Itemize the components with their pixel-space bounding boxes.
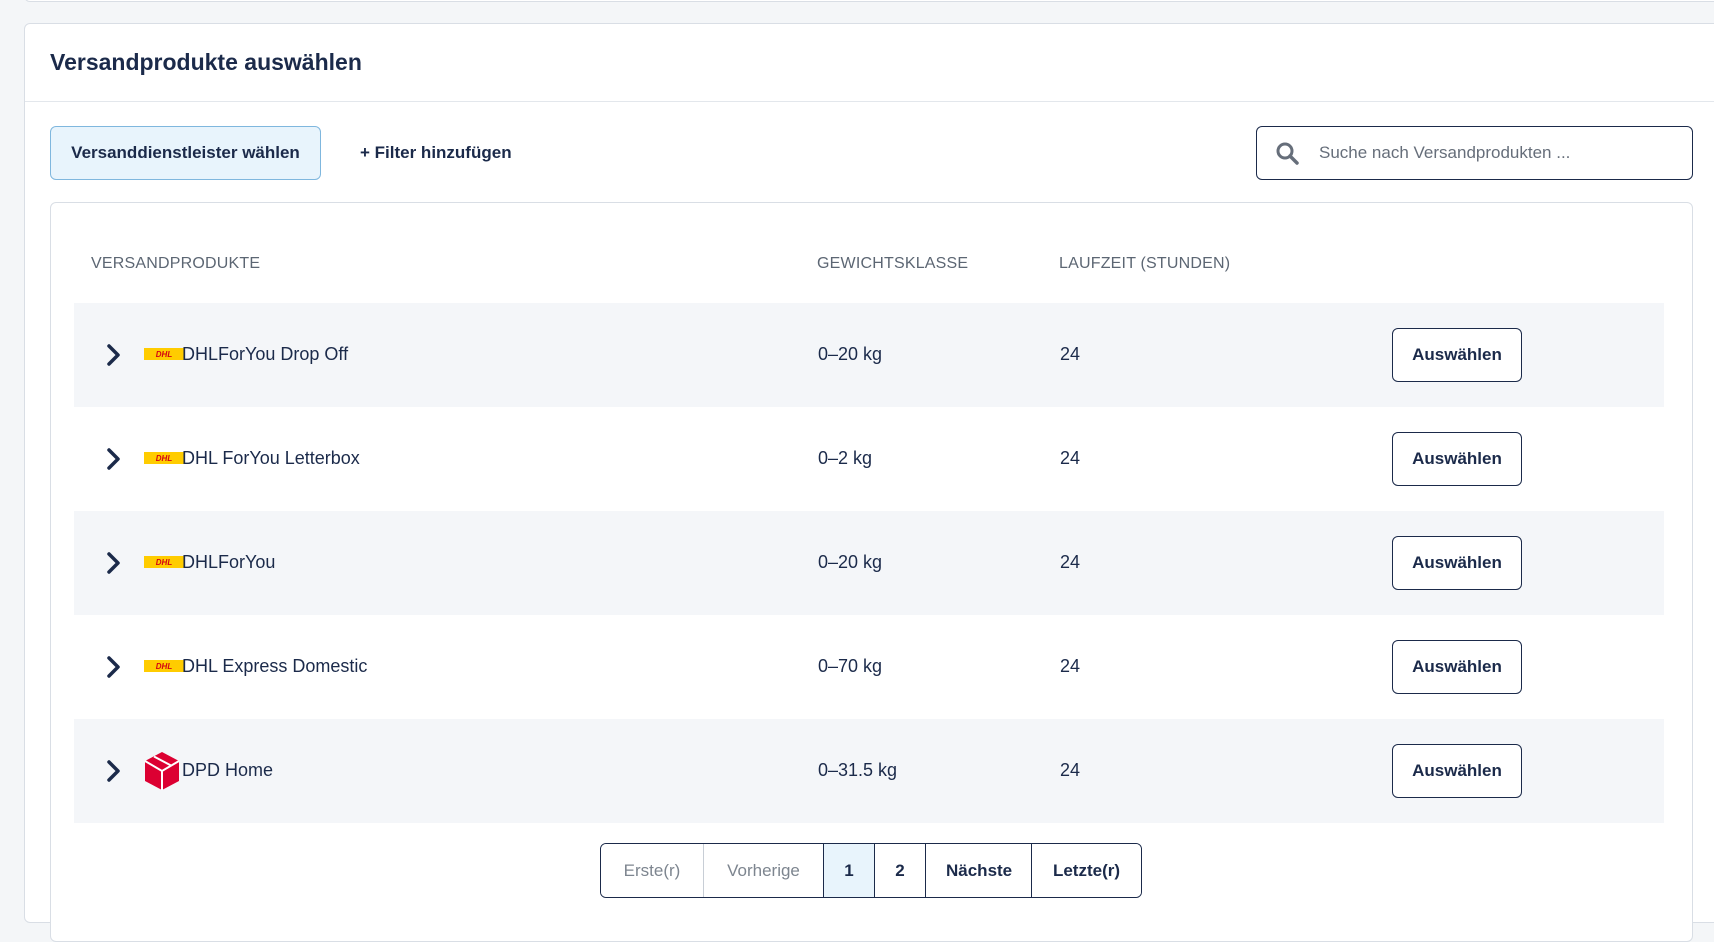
select-product-button[interactable]: Auswählen: [1392, 432, 1522, 486]
select-product-button[interactable]: Auswählen: [1392, 744, 1522, 798]
transit-time: 24: [1060, 344, 1081, 364]
select-provider-button[interactable]: Versanddienstleister wählen: [50, 126, 321, 180]
panel-header: Versandprodukte auswählen: [25, 24, 1714, 102]
product-name: DHLForYou Drop Off: [182, 344, 349, 364]
last-page-button[interactable]: Letzte(r): [1031, 844, 1141, 897]
transit-time: 24: [1060, 656, 1081, 676]
expand-chevron-icon[interactable]: [99, 548, 129, 578]
column-header-weight: GEWICHTSKLASSE: [817, 255, 969, 272]
next-page-button[interactable]: Nächste: [925, 844, 1031, 897]
page-1-button[interactable]: 1: [823, 844, 874, 897]
search-icon: [1257, 141, 1317, 165]
product-name: DPD Home: [182, 760, 274, 780]
svg-text:DHL: DHL: [156, 662, 173, 671]
search-box[interactable]: [1256, 126, 1693, 180]
dhl-logo-icon: DHL: [144, 660, 184, 672]
expand-chevron-icon[interactable]: [99, 756, 129, 786]
search-input[interactable]: [1317, 127, 1692, 179]
weight-class: 0–70 kg: [818, 656, 883, 676]
product-name: DHL ForYou Letterbox: [182, 448, 360, 468]
add-filter-button[interactable]: + Filter hinzufügen: [350, 126, 522, 180]
table-row: DHL DHLForYou Drop Off 0–20 kg 24 Auswäh…: [74, 303, 1664, 407]
toolbar: Versanddienstleister wählen + Filter hin…: [25, 102, 1714, 202]
panel-title: Versandprodukte auswählen: [50, 49, 362, 75]
dpd-logo-icon: [144, 752, 180, 790]
table-row: DPD Home 0–31.5 kg 24 Auswählen: [74, 719, 1664, 823]
weight-class: 0–2 kg: [818, 448, 873, 468]
svg-text:DHL: DHL: [156, 350, 173, 359]
weight-class: 0–20 kg: [818, 552, 883, 572]
table-row: DHL DHL Express Domestic 0–70 kg 24 Ausw…: [74, 615, 1664, 719]
transit-time: 24: [1060, 448, 1081, 468]
dhl-logo-icon: DHL: [144, 556, 184, 568]
expand-chevron-icon[interactable]: [99, 444, 129, 474]
page-2-button[interactable]: 2: [874, 844, 925, 897]
transit-time: 24: [1060, 760, 1081, 780]
weight-class: 0–20 kg: [818, 344, 883, 364]
product-selection-panel: Versandprodukte auswählen Versanddienstl…: [24, 23, 1714, 942]
weight-class: 0–31.5 kg: [818, 760, 898, 780]
table-row: DHL DHL ForYou Letterbox 0–2 kg 24 Auswä…: [74, 407, 1664, 511]
svg-text:DHL: DHL: [156, 454, 173, 463]
select-product-button[interactable]: Auswählen: [1392, 536, 1522, 590]
dhl-logo-icon: DHL: [144, 348, 184, 360]
select-product-button[interactable]: Auswählen: [1392, 328, 1522, 382]
pagination: Erste(r) Vorherige 1 2 Nächste Letzte(r): [600, 843, 1142, 898]
product-name: DHL Express Domestic: [182, 656, 368, 676]
product-name: DHLForYou: [182, 552, 276, 572]
column-header-time: LAUFZEIT (STUNDEN): [1059, 255, 1231, 272]
previous-page-button[interactable]: Vorherige: [703, 844, 823, 897]
first-page-button[interactable]: Erste(r): [601, 844, 703, 897]
transit-time: 24: [1060, 552, 1081, 572]
expand-chevron-icon[interactable]: [99, 340, 129, 370]
column-header-product: VERSANDPRODUKTE: [91, 255, 261, 272]
select-product-button[interactable]: Auswählen: [1392, 640, 1522, 694]
svg-text:DHL: DHL: [156, 558, 173, 567]
table-header: VERSANDPRODUKTE GEWICHTSKLASSE LAUFZEIT …: [51, 203, 1692, 303]
dhl-logo-icon: DHL: [144, 452, 184, 464]
table-row: DHL DHLForYou 0–20 kg 24 Auswählen: [74, 511, 1664, 615]
products-table: VERSANDPRODUKTE GEWICHTSKLASSE LAUFZEIT …: [50, 202, 1693, 942]
previous-card: [24, 0, 1714, 2]
expand-chevron-icon[interactable]: [99, 652, 129, 682]
